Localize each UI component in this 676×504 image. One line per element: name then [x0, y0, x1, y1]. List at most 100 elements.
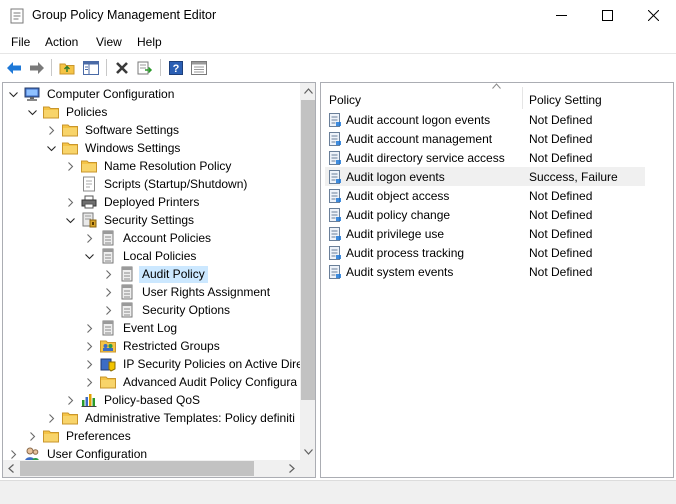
collapsed-chevron-icon[interactable] — [66, 197, 81, 207]
details-list-pane[interactable]: Policy Policy Setting Audit account logo… — [320, 82, 674, 478]
policy-icon — [100, 230, 116, 246]
tree-node-label: User Rights Assignment — [142, 284, 271, 299]
forward-button[interactable] — [27, 58, 47, 77]
collapsed-chevron-icon[interactable] — [85, 359, 100, 369]
collapsed-chevron-icon[interactable] — [28, 431, 43, 441]
tree-node[interactable]: Policies — [28, 103, 110, 121]
delete-button[interactable] — [112, 58, 132, 77]
expanded-chevron-icon[interactable] — [85, 252, 100, 261]
tree-node[interactable]: Account Policies — [85, 229, 214, 247]
policy-icon — [119, 284, 135, 300]
tree-node[interactable]: Software Settings — [47, 121, 182, 139]
tree-node[interactable]: Security Options — [104, 301, 233, 319]
policy-setting-value: Not Defined — [529, 207, 593, 222]
policy-name: Audit object access — [346, 188, 450, 203]
collapsed-chevron-icon[interactable] — [104, 269, 119, 279]
audit-policy-item-icon — [328, 131, 342, 146]
expanded-chevron-icon[interactable] — [47, 144, 62, 153]
export-list-button[interactable] — [135, 58, 155, 77]
expanded-chevron-icon[interactable] — [28, 108, 43, 117]
tree-vertical-scrollbar[interactable] — [300, 83, 315, 460]
expanded-chevron-icon[interactable] — [66, 216, 81, 225]
column-header-policy[interactable]: Policy — [329, 83, 519, 111]
tree-node[interactable]: IP Security Policies on Active Direc — [85, 355, 312, 373]
sort-ascending-icon — [492, 83, 501, 89]
list-item[interactable]: Audit object access Not Defined — [325, 186, 645, 205]
list-item[interactable]: Audit process tracking Not Defined — [325, 243, 645, 262]
menu-view[interactable]: View — [96, 35, 122, 49]
toolbar-separator — [160, 59, 161, 76]
column-divider[interactable] — [522, 87, 523, 109]
ipsec-icon — [100, 356, 116, 372]
tree-horizontal-scroll-thumb[interactable] — [20, 461, 254, 476]
tree-node[interactable]: Scripts (Startup/Shutdown) — [66, 175, 250, 193]
tree-node[interactable]: Administrative Templates: Policy definit… — [47, 409, 298, 427]
list-item[interactable]: Audit account logon events Not Defined — [325, 110, 645, 129]
toolbar: ? — [0, 53, 676, 80]
tree-node[interactable]: Policy-based QoS — [66, 391, 203, 409]
tree-node[interactable]: Windows Settings — [47, 139, 183, 157]
audit-policy-item-icon — [328, 112, 342, 127]
tree-node[interactable]: Name Resolution Policy — [66, 157, 234, 175]
tree-node[interactable]: User Rights Assignment — [104, 283, 273, 301]
expanded-chevron-icon[interactable] — [9, 90, 24, 99]
collapsed-chevron-icon[interactable] — [85, 233, 100, 243]
list-item[interactable]: Audit directory service access Not Define… — [325, 148, 645, 167]
menu-file[interactable]: File — [11, 35, 30, 49]
audit-policy-item-icon — [328, 188, 342, 203]
tree-node[interactable]: Event Log — [85, 319, 180, 337]
tree-node[interactable]: Preferences — [28, 427, 134, 445]
collapsed-chevron-icon[interactable] — [47, 413, 62, 423]
list-item[interactable]: Audit account management Not Defined — [325, 129, 645, 148]
window-title: Group Policy Management Editor — [32, 8, 217, 22]
tree-node-label: Security Options — [142, 302, 231, 317]
collapsed-chevron-icon[interactable] — [85, 323, 100, 333]
tree-horizontal-scrollbar[interactable] — [3, 460, 300, 477]
tree-node[interactable]: Restricted Groups — [85, 337, 223, 355]
column-header-policy-setting[interactable]: Policy Setting — [529, 83, 669, 111]
collapsed-chevron-icon[interactable] — [9, 449, 24, 459]
scroll-left-arrow-icon[interactable] — [8, 464, 14, 473]
minimize-button[interactable] — [538, 0, 584, 31]
help-button[interactable]: ? — [166, 58, 186, 77]
policy-name: Audit policy change — [346, 207, 451, 222]
collapsed-chevron-icon[interactable] — [66, 161, 81, 171]
collapsed-chevron-icon[interactable] — [47, 125, 62, 135]
scroll-right-arrow-icon[interactable] — [289, 464, 295, 473]
collapsed-chevron-icon[interactable] — [85, 377, 100, 387]
audit-policy-item-icon — [328, 226, 342, 241]
back-button[interactable] — [4, 58, 24, 77]
collapsed-chevron-icon[interactable] — [104, 287, 119, 297]
console-tree-icon — [83, 60, 99, 75]
scroll-down-arrow-icon[interactable] — [304, 449, 313, 455]
tree-node[interactable]: Deployed Printers — [66, 193, 202, 211]
up-one-level-button[interactable] — [57, 58, 77, 77]
show-hide-console-tree-button[interactable] — [81, 58, 101, 77]
close-button[interactable] — [630, 0, 676, 31]
menu-help[interactable]: Help — [137, 35, 162, 49]
scroll-up-arrow-icon[interactable] — [304, 88, 313, 94]
tree-node[interactable]: Advanced Audit Policy Configura — [85, 373, 300, 391]
folder-icon — [62, 140, 78, 156]
tree-vertical-scroll-thumb[interactable] — [301, 100, 315, 400]
list-item[interactable]: Audit system events Not Defined — [325, 262, 645, 281]
tree-node-label: Event Log — [123, 320, 178, 335]
collapsed-chevron-icon[interactable] — [85, 341, 100, 351]
folder-icon — [62, 410, 78, 426]
menu-action[interactable]: Action — [45, 35, 78, 49]
folder-icon — [100, 374, 116, 390]
list-item[interactable]: Audit policy change Not Defined — [325, 205, 645, 224]
tree-node[interactable]: Audit Policy — [104, 265, 208, 283]
show-hide-action-pane-button[interactable] — [189, 58, 209, 77]
console-tree-pane[interactable]: Computer Configuration Policies Software S… — [2, 82, 316, 478]
list-item[interactable]: Audit logon events Success, Failure — [325, 167, 645, 186]
tree-node[interactable]: Security Settings — [66, 211, 197, 229]
collapsed-chevron-icon[interactable] — [66, 395, 81, 405]
tree-node[interactable]: Local Policies — [85, 247, 199, 265]
tree-node[interactable]: Computer Configuration — [9, 85, 177, 103]
maximize-icon — [601, 10, 613, 21]
maximize-button[interactable] — [584, 0, 630, 31]
collapsed-chevron-icon[interactable] — [104, 305, 119, 315]
tree-node-label: Windows Settings — [85, 140, 181, 155]
list-item[interactable]: Audit privilege use Not Defined — [325, 224, 645, 243]
